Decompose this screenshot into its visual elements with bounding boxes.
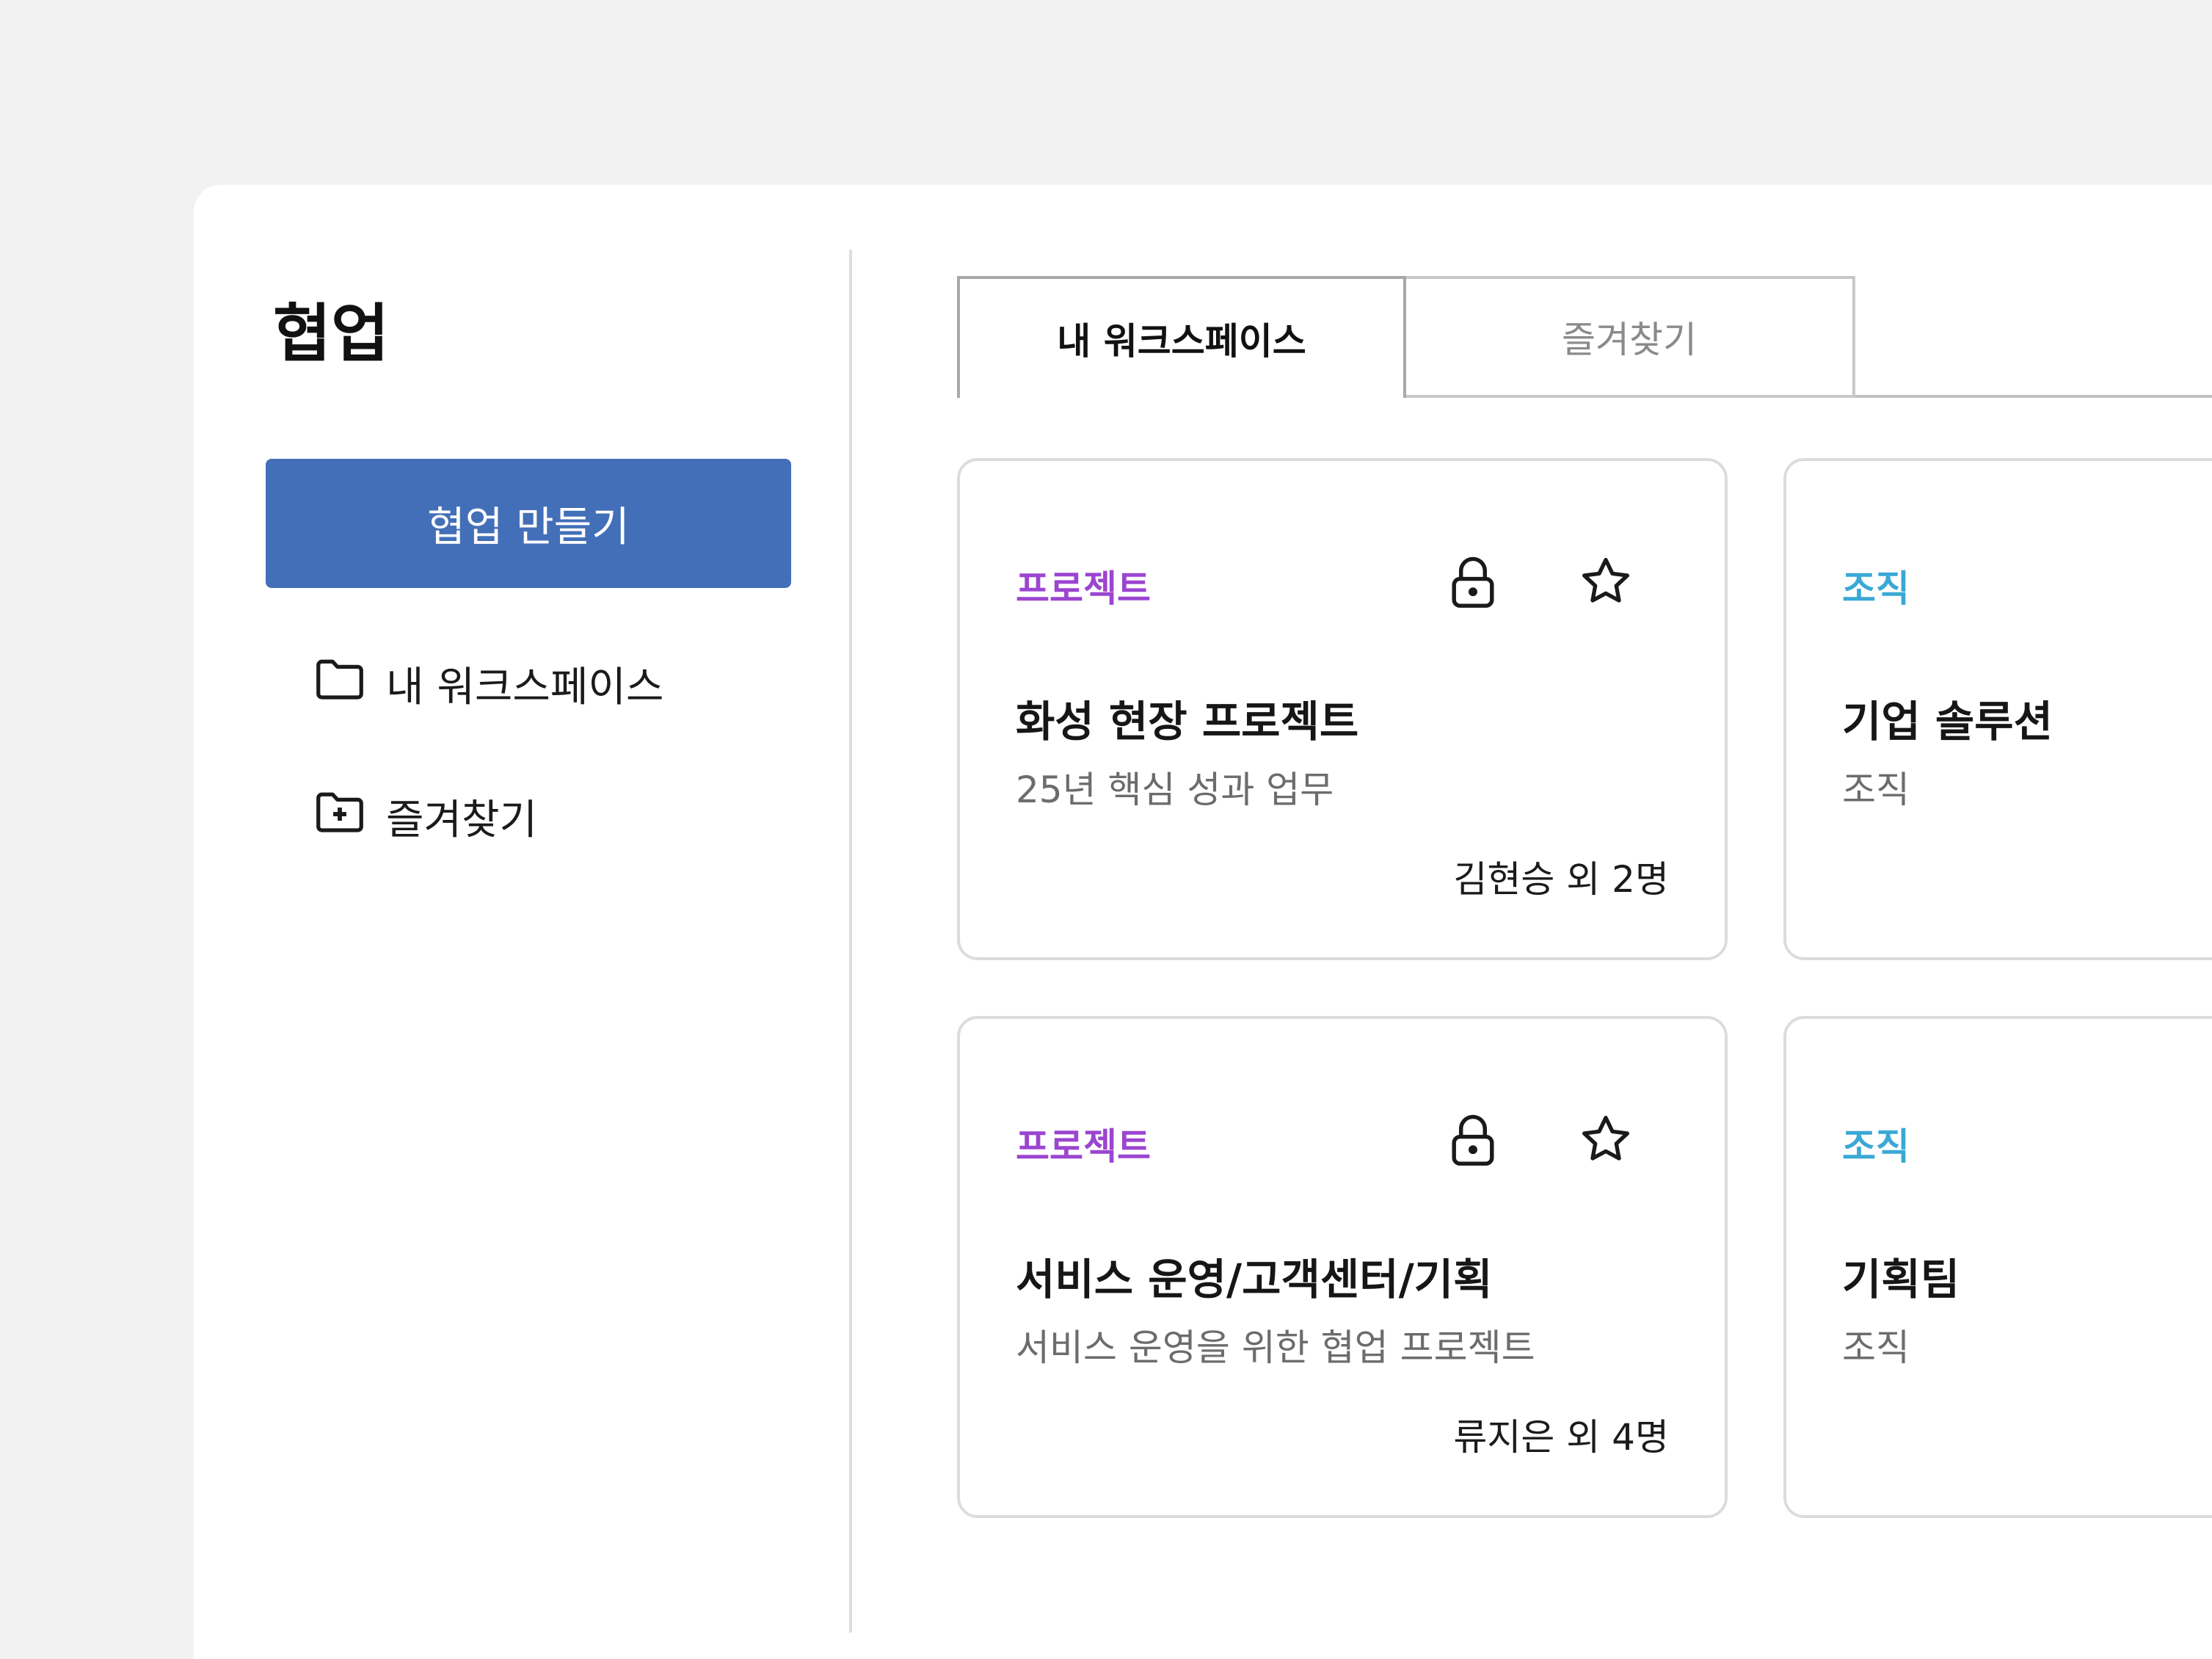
card-title: 서비스 운영/고객센터/기획	[1016, 1255, 1493, 1304]
category-tag: 조직	[1842, 1125, 1910, 1168]
page-title: 협업	[273, 297, 390, 371]
card-title: 기획팀	[1842, 1255, 1960, 1304]
card-description: 조직	[1842, 1326, 1910, 1369]
sidebar-item-favorites[interactable]: 즐겨찾기	[311, 783, 537, 849]
card-description: 서비스 운영을 위한 협업 프로젝트	[1016, 1326, 1535, 1369]
favorite-star-icon[interactable]	[1576, 1110, 1635, 1169]
folder-plus-icon	[311, 783, 368, 850]
category-tag: 조직	[1842, 567, 1910, 610]
sidebar-item-label: 내 워크스페이스	[386, 663, 664, 711]
workspace-card[interactable]: 프로젝트 화성 현장 프로젝트 25년 핵심 성과 업무 김현승 외 2명	[957, 458, 1728, 960]
workspace-card[interactable]: 조직 기획팀 조직	[1783, 1016, 2212, 1518]
category-tag: 프로젝트	[1016, 567, 1151, 610]
card-members: 류지은 외 4명	[1453, 1416, 1669, 1459]
card-members: 김현승 외 2명	[1453, 858, 1669, 901]
card-description: 25년 핵심 성과 업무	[1016, 769, 1334, 811]
favorite-star-icon[interactable]	[1576, 552, 1635, 611]
tab-favorites[interactable]: 즐겨찾기	[1406, 276, 1855, 398]
main-panel: 협업 협업 만들기 내 워크스페이스 즐겨찾기 내 워크스페이스 즐겨찾기 프로…	[194, 185, 2212, 1659]
card-description: 조직	[1842, 769, 1910, 811]
category-tag: 프로젝트	[1016, 1125, 1151, 1168]
tab-baseline	[1855, 395, 2212, 398]
workspace-card[interactable]: 조직 기업 솔루션 조직	[1783, 458, 2212, 960]
create-collaboration-button[interactable]: 협업 만들기	[266, 459, 791, 588]
workspace-card[interactable]: 프로젝트 서비스 운영/고객센터/기획 서비스 운영을 위한 협업 프로젝트 류…	[957, 1016, 1728, 1518]
lock-icon	[1449, 555, 1497, 611]
sidebar-item-my-workspace[interactable]: 내 워크스페이스	[311, 650, 663, 716]
card-title: 기업 솔루션	[1842, 697, 2053, 747]
tab-my-workspace[interactable]: 내 워크스페이스	[957, 276, 1406, 398]
sidebar-divider	[849, 250, 852, 1633]
card-title: 화성 현장 프로젝트	[1016, 697, 1359, 747]
sidebar-item-label: 즐겨찾기	[386, 796, 538, 844]
folder-icon	[311, 650, 368, 717]
lock-icon	[1449, 1113, 1497, 1169]
